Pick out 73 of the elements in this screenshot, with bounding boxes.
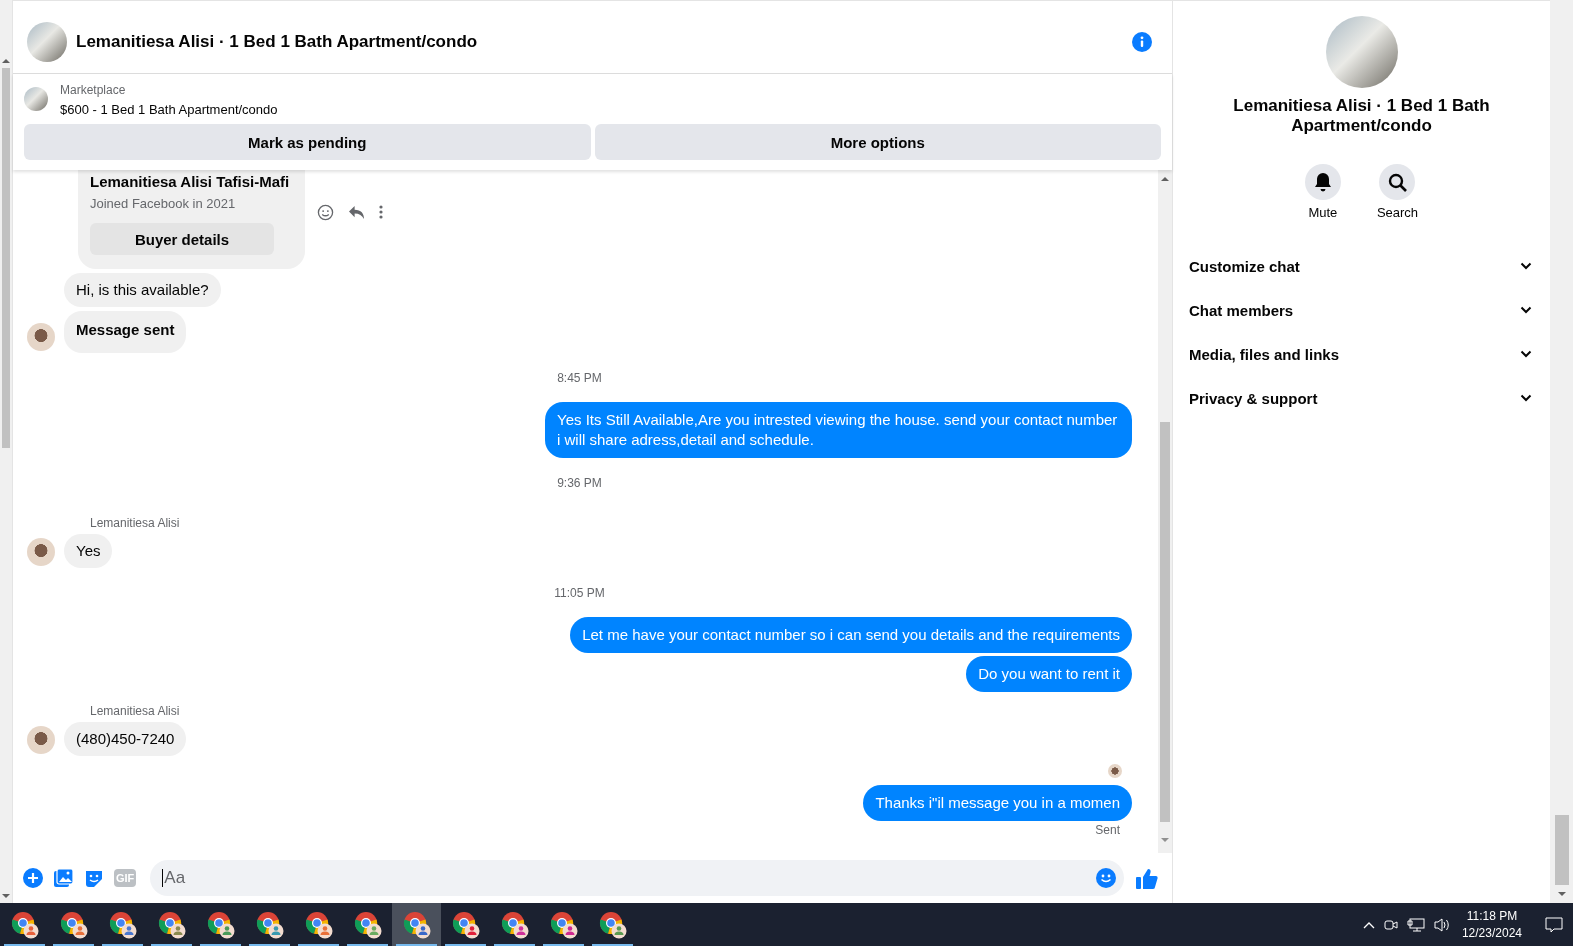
section-header[interactable]: Customize chat <box>1189 244 1534 288</box>
scrollbar[interactable] <box>0 0 12 903</box>
timestamp: 9:36 PM <box>557 476 602 490</box>
scroll-down-icon[interactable] <box>1557 891 1566 897</box>
browser-profile-icon <box>451 910 480 939</box>
seen-avatar <box>1108 764 1122 778</box>
browser-profile-icon <box>500 910 529 939</box>
browser-profile-icon <box>598 910 627 939</box>
conversation-title: Lemanitiesa Alisi · 1 Bed 1 Bath Apartment/condo <box>76 31 479 52</box>
scrollbar-thumb[interactable] <box>1554 815 1569 885</box>
section-header[interactable]: Chat members <box>1189 288 1534 332</box>
message-bubble: Hi, is this available? <box>64 273 221 307</box>
timestamp: 8:45 PM <box>557 371 602 385</box>
photo-icon[interactable] <box>53 868 74 888</box>
browser-profile-icon <box>255 910 284 939</box>
scrollbar[interactable] <box>1550 0 1573 903</box>
browser-profile-icon <box>549 910 578 939</box>
message-bubble: Let me have your contact number so i can send you details and the requirements <box>570 617 1132 653</box>
volume-icon[interactable] <box>1433 916 1451 933</box>
listing-photo-avatar <box>27 21 67 62</box>
timestamp: 11:05 PM <box>554 586 605 600</box>
browser-profile-icon <box>10 910 39 939</box>
conversation-title: Lemanitiesa Alisi · 1 Bed 1 Bath Apartment/condo <box>1232 96 1491 136</box>
message-bubble: (480)450-7240 <box>64 722 187 756</box>
more-icon[interactable] <box>379 205 384 219</box>
bell-icon <box>1313 172 1332 192</box>
buyer-joined-date: Joined Facebook in 2021 <box>90 196 237 211</box>
sender-name: Lemanitiesa Alisi <box>90 516 180 530</box>
listing-thumbnail <box>24 87 48 111</box>
section-header[interactable]: Media, files and links <box>1189 332 1534 376</box>
scroll-down-icon[interactable] <box>1161 837 1169 843</box>
browser-profile-icon <box>157 910 186 939</box>
message-bubble: Thanks i"il message you in a momen <box>863 785 1132 821</box>
message-bubble: Message sent <box>64 311 187 353</box>
scrollbar-thumb[interactable] <box>1160 422 1170 822</box>
thumbs-up-icon[interactable] <box>1136 867 1158 889</box>
buyer-details-button[interactable]: Buyer details <box>90 223 274 255</box>
scrollbar-thumb[interactable] <box>2 68 10 448</box>
message-input-field[interactable]: Aa <box>150 860 1124 896</box>
emoji-icon[interactable] <box>1096 868 1116 888</box>
listing-title[interactable]: $600 - 1 Bed 1 Bath Apartment/condo <box>60 102 278 117</box>
network-icon[interactable] <box>1406 916 1425 933</box>
smiley-icon[interactable] <box>317 203 335 221</box>
chevron-up-icon[interactable] <box>1362 920 1375 929</box>
browser-profile-icon <box>402 910 431 939</box>
scroll-up-icon[interactable] <box>2 58 10 64</box>
sticker-icon[interactable] <box>84 868 104 888</box>
notification-icon[interactable] <box>1545 916 1563 933</box>
section-header[interactable]: Privacy & support <box>1189 376 1534 420</box>
browser-profile-icon <box>353 910 382 939</box>
info-icon[interactable] <box>1132 31 1152 52</box>
browser-profile-icon <box>59 910 88 939</box>
listing-source: Marketplace <box>60 83 127 97</box>
scroll-up-icon[interactable] <box>1161 176 1169 182</box>
buyer-name: Lemanitiesa Alisi Tafisi-Mafi <box>90 172 290 192</box>
message-bubble: Yes <box>64 534 113 568</box>
browser-profile-icon <box>108 910 137 939</box>
clock-date[interactable]: 12/23/2024 <box>1461 924 1522 942</box>
mark-as-pending-button[interactable]: Mark as pending <box>24 124 591 160</box>
browser-profile-icon <box>206 910 235 939</box>
message-bubble: Yes Its Still Available,Are you intrested viewing the house. send your contact number i will share adress,detail and schedule. <box>545 402 1132 458</box>
delivery-status: Sent <box>1095 823 1120 837</box>
scroll-down-icon[interactable] <box>2 893 10 899</box>
more-options-button[interactable]: More options <box>594 124 1161 160</box>
reply-icon[interactable] <box>348 204 366 220</box>
plus-icon[interactable] <box>23 868 43 888</box>
sender-name: Lemanitiesa Alisi <box>90 704 180 718</box>
scrollbar[interactable] <box>1158 170 1172 853</box>
browser-taskbar-button[interactable] <box>392 903 441 946</box>
search-icon <box>1388 172 1407 192</box>
browser-profile-icon <box>304 910 333 939</box>
clock-time[interactable]: 11:18 PM <box>1461 907 1522 925</box>
message-bubble: Do you want to rent it <box>966 656 1132 692</box>
